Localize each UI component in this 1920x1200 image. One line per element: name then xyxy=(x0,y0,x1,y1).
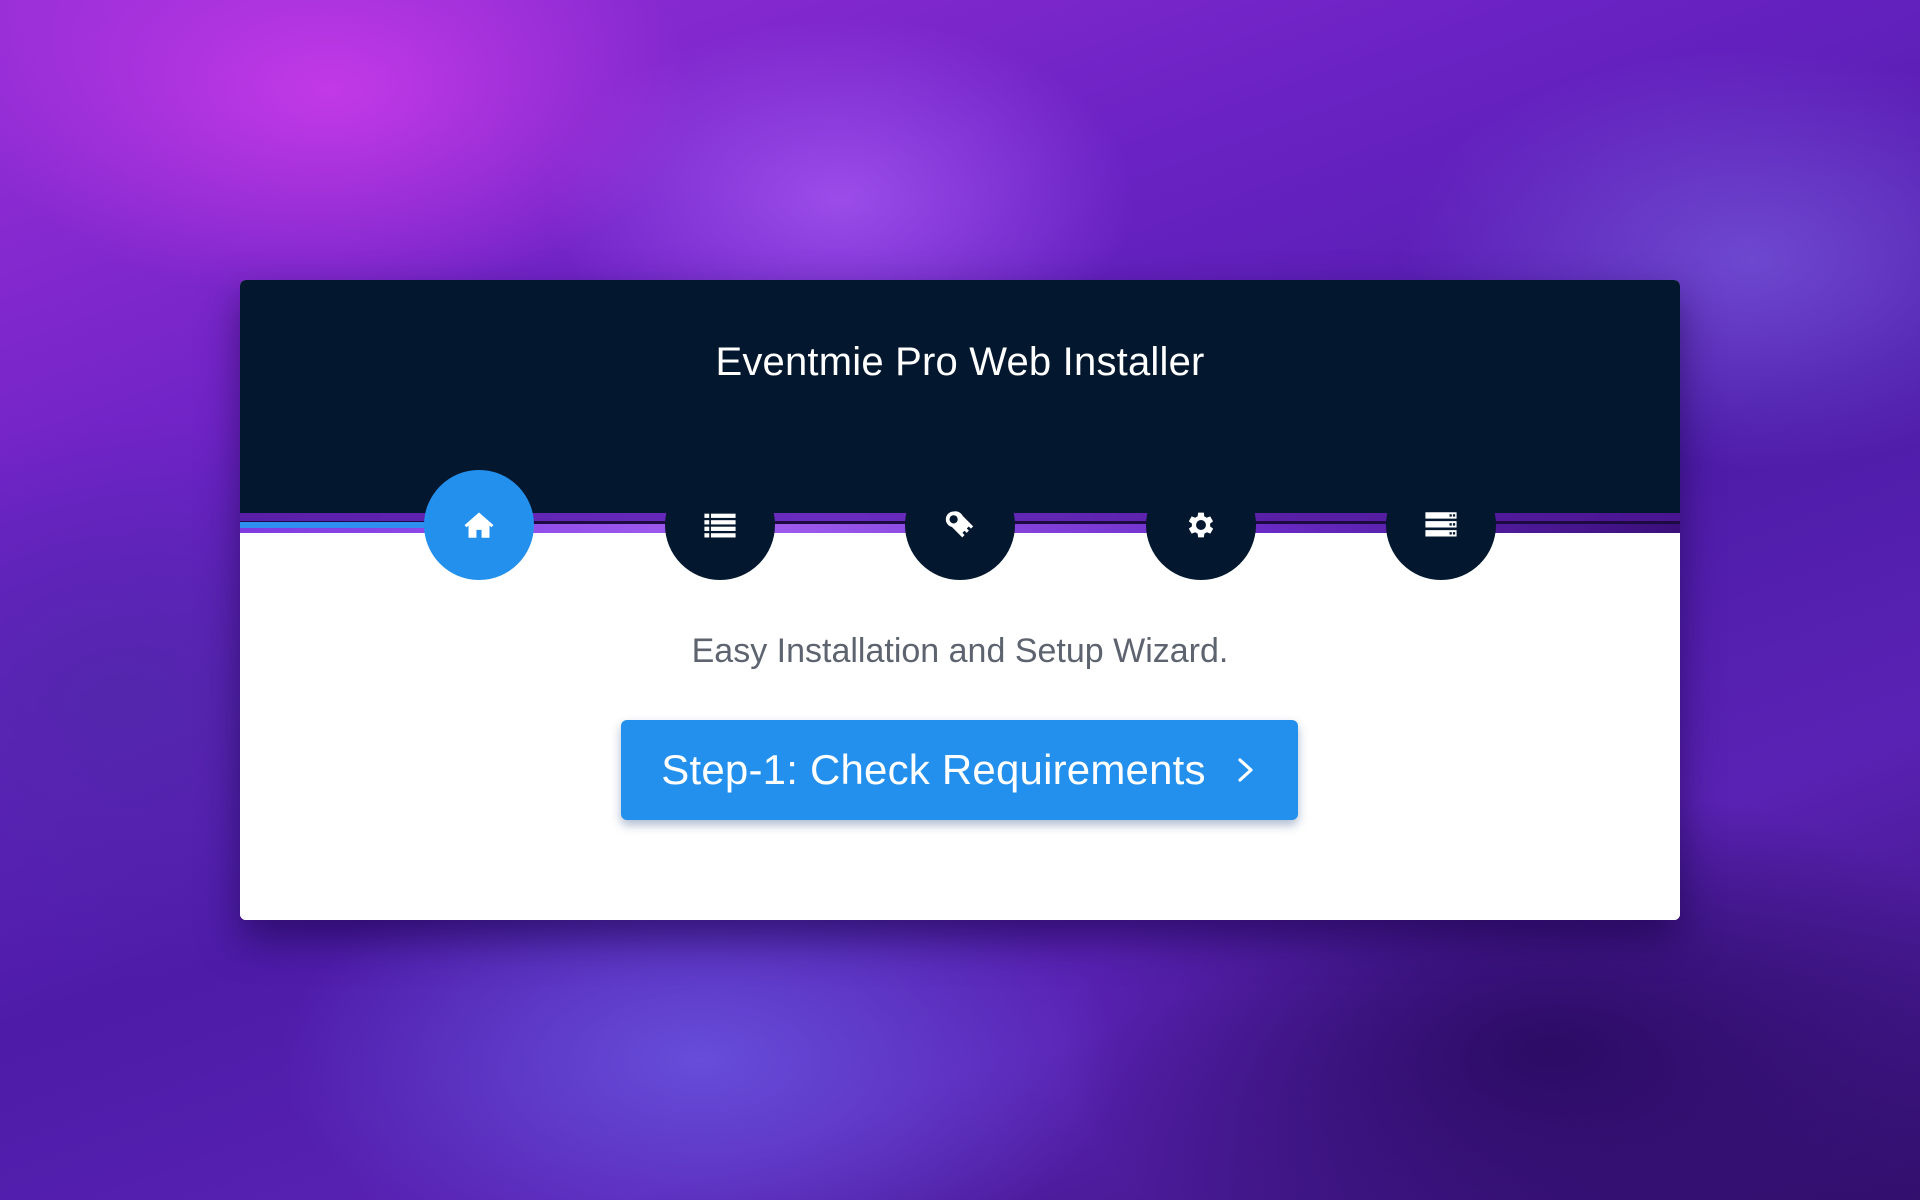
step-permissions[interactable] xyxy=(905,470,1015,580)
step-database[interactable] xyxy=(1386,470,1496,580)
key-icon xyxy=(943,508,977,542)
check-requirements-button[interactable]: Step-1: Check Requirements xyxy=(621,720,1298,820)
installer-card: Eventmie Pro Web Installer Easy Installa… xyxy=(240,280,1680,920)
installer-title: Eventmie Pro Web Installer xyxy=(715,340,1205,384)
installer-subtitle: Easy Installation and Setup Wizard. xyxy=(691,632,1229,670)
chevron-right-icon xyxy=(1238,758,1253,782)
server-icon xyxy=(1424,508,1458,542)
step-requirements[interactable] xyxy=(665,470,775,580)
list-icon xyxy=(703,508,737,542)
step-home[interactable] xyxy=(424,470,534,580)
gear-icon xyxy=(1184,508,1218,542)
home-icon xyxy=(462,508,496,542)
check-requirements-label: Step-1: Check Requirements xyxy=(661,746,1206,793)
step-navigation xyxy=(240,470,1680,580)
step-settings[interactable] xyxy=(1146,470,1256,580)
